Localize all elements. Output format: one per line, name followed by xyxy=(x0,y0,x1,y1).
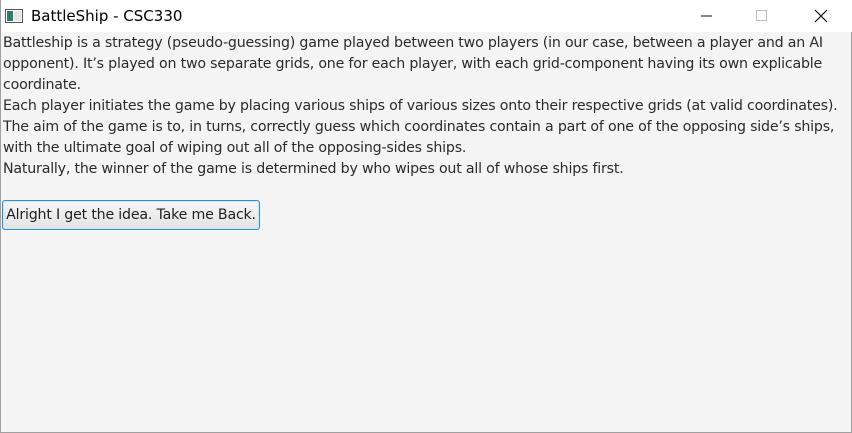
maximize-icon xyxy=(756,10,767,21)
maximize-button[interactable] xyxy=(739,0,785,32)
window-title: BattleShip - CSC330 xyxy=(31,7,183,25)
description-line: coordinate. xyxy=(3,77,81,93)
close-icon xyxy=(814,9,828,23)
description-line: Each player initiates the game by placin… xyxy=(3,98,838,114)
description-line: Naturally, the winner of the game is det… xyxy=(3,161,624,177)
description-line: opponent). It’s played on two separate g… xyxy=(3,56,823,72)
title-bar[interactable]: BattleShip - CSC330 xyxy=(1,0,852,32)
close-button[interactable] xyxy=(798,0,844,32)
description-line: The aim of the game is to, in turns, cor… xyxy=(3,119,835,135)
description-line: with the ultimate goal of wiping out all… xyxy=(3,140,467,156)
description-line: Battleship is a strategy (pseudo-guessin… xyxy=(3,35,823,51)
back-button[interactable]: Alright I get the idea. Take me Back. xyxy=(2,200,260,230)
description-text: Battleship is a strategy (pseudo-guessin… xyxy=(3,33,843,180)
minimize-icon xyxy=(701,15,712,17)
app-window: BattleShip - CSC330 Battleship is a stra… xyxy=(0,0,852,433)
minimize-button[interactable] xyxy=(684,0,730,32)
app-window-icon xyxy=(5,9,23,23)
